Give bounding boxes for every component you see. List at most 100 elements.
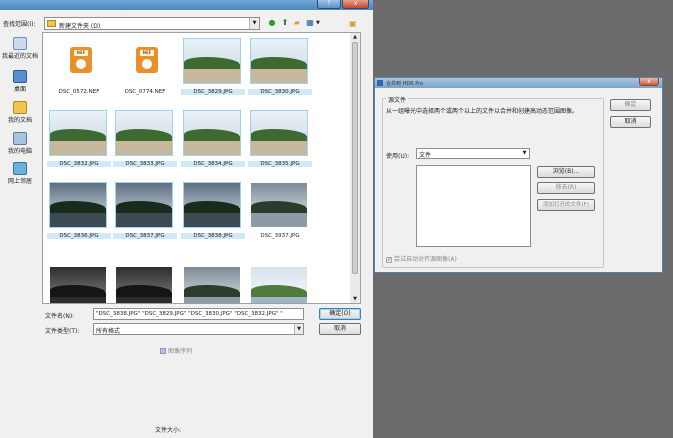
file-item[interactable]: [113, 265, 177, 303]
scrollbar-thumb[interactable]: [352, 42, 358, 274]
use-select[interactable]: 文件 ▼: [416, 148, 530, 159]
folder-icon: [47, 20, 56, 27]
file-item[interactable]: [181, 265, 245, 303]
cancel-button[interactable]: 取消: [319, 323, 361, 335]
file-name: DSC_3835.JPG: [248, 161, 312, 167]
scroll-down-icon[interactable]: ▼: [351, 295, 359, 303]
open-file-dialog: ? x 查找范围(I): 新建文件夹 (D) ▼ ● ⬆ ▰ ▦ ▼ ▣ 我最近…: [0, 0, 373, 438]
file-item[interactable]: DSC_3829.JPG: [181, 37, 245, 99]
file-item[interactable]: [47, 265, 111, 303]
app-icon: [377, 80, 383, 86]
image-thumbnail: [116, 267, 172, 303]
image-sequence-label: 图像序列: [168, 348, 193, 355]
file-name: DSC_3834.JPG: [181, 161, 245, 167]
file-type-value: 所有格式: [96, 328, 121, 335]
file-name-input[interactable]: "DSC_3838.JPG" "DSC_3829.JPG" "DSC_3830.…: [93, 308, 304, 320]
chevron-down-icon[interactable]: ▼: [294, 324, 303, 334]
nef-file-icon: NEF: [116, 39, 172, 83]
folder-icon[interactable]: ▣: [349, 19, 357, 28]
file-item[interactable]: DSC_3834.JPG: [181, 109, 245, 171]
auto-align-checkbox[interactable]: 尝试自动对齐源图像(A): [386, 254, 457, 263]
image-thumbnail: [183, 182, 241, 228]
source-files-legend: 源文件: [386, 95, 409, 104]
file-name: DSC_3838.JPG: [181, 233, 245, 239]
image-thumbnail: [50, 267, 106, 303]
file-item[interactable]: NEF DSC_0774.NEF: [113, 37, 177, 99]
image-thumbnail: [251, 183, 307, 227]
add-open-files-button[interactable]: 添加打开的文件(F): [537, 199, 595, 211]
file-name: DSC_3833.JPG: [113, 161, 177, 167]
file-item[interactable]: DSC_3830.JPG: [248, 37, 312, 99]
image-thumbnail: [115, 182, 173, 228]
checkbox-box[interactable]: [386, 256, 392, 263]
place-label: 我最近的文档: [1, 53, 38, 60]
merge-to-hdr-dialog: 合并到 HDR Pro x 源文件 从一组曝光中选择两个或两个以上的文件以合并和…: [374, 77, 663, 273]
place-network[interactable]: 网上邻居: [0, 162, 40, 185]
image-thumbnail: [183, 110, 241, 156]
scroll-up-icon[interactable]: ▲: [351, 33, 359, 41]
my-computer-icon: [13, 132, 27, 145]
merge-dialog-titlebar[interactable]: 合并到 HDR Pro: [375, 78, 662, 88]
file-item[interactable]: DSC_3937.JPG: [248, 181, 312, 243]
checkbox-box[interactable]: [160, 347, 166, 354]
file-item[interactable]: NEF DSC_0572.NEF: [47, 37, 111, 99]
auto-align-label: 尝试自动对齐源图像(A): [394, 256, 457, 263]
file-name: DSC_3837.JPG: [113, 233, 177, 239]
file-item[interactable]: DSC_3832.JPG: [47, 109, 111, 171]
nef-file-icon: NEF: [50, 39, 106, 83]
file-size-label: 文件大小:: [155, 427, 182, 434]
image-thumbnail: [250, 110, 308, 156]
file-name: DSC_3829.JPG: [181, 89, 245, 95]
close-button[interactable]: x: [639, 78, 659, 86]
file-name: DSC_0774.NEF: [124, 89, 166, 95]
close-button[interactable]: x: [342, 0, 369, 9]
image-thumbnail: [184, 267, 240, 303]
file-item[interactable]: DSC_3833.JPG: [113, 109, 177, 171]
browse-button[interactable]: 浏览(B)...: [537, 166, 595, 178]
file-item[interactable]: DSC_3836.JPG: [47, 181, 111, 243]
file-type-combo[interactable]: 所有格式 ▼: [93, 323, 304, 335]
place-label: 我的文档: [7, 117, 32, 124]
place-label: 网上邻居: [7, 178, 32, 185]
chevron-down-icon[interactable]: ▼: [249, 18, 259, 29]
place-documents[interactable]: 我的文档: [0, 101, 40, 124]
file-item[interactable]: DSC_3838.JPG: [181, 181, 245, 243]
place-desktop[interactable]: 桌面: [0, 70, 40, 93]
file-item[interactable]: [248, 265, 312, 303]
use-value: 文件: [419, 152, 432, 159]
look-in-label: 查找范围(I):: [3, 21, 36, 28]
look-in-combo[interactable]: 新建文件夹 (D) ▼: [44, 17, 260, 30]
ok-button[interactable]: 确定: [610, 99, 651, 111]
file-item[interactable]: DSC_3837.JPG: [113, 181, 177, 243]
image-sequence-checkbox[interactable]: 图像序列: [160, 346, 192, 355]
place-computer[interactable]: 我的电脑: [0, 132, 40, 155]
places-bar: 我最近的文档 桌面 我的文档 我的电脑 网上邻居: [0, 33, 40, 333]
back-icon[interactable]: ●: [268, 19, 276, 27]
up-folder-icon[interactable]: ⬆: [281, 19, 289, 27]
image-thumbnail: [250, 38, 308, 84]
chevron-down-icon[interactable]: ▼: [316, 20, 320, 26]
image-thumbnail: [183, 38, 241, 84]
file-item[interactable]: DSC_3835.JPG: [248, 109, 312, 171]
file-name: DSC_3830.JPG: [248, 89, 312, 95]
remove-button[interactable]: 移去(R): [537, 182, 595, 194]
merge-dialog-title: 合并到 HDR Pro: [386, 81, 424, 87]
source-file-listbox[interactable]: [416, 165, 531, 247]
open-button[interactable]: 确定(O): [319, 308, 361, 320]
views-menu-icon[interactable]: ▦: [304, 19, 316, 27]
desktop-icon: [13, 70, 27, 83]
chevron-down-icon[interactable]: ▼: [520, 149, 529, 158]
image-thumbnail: [49, 110, 107, 156]
place-recent[interactable]: 我最近的文档: [0, 37, 40, 60]
place-label: 我的电脑: [7, 148, 32, 155]
new-folder-icon[interactable]: ▰: [293, 19, 301, 27]
place-label: 桌面: [13, 86, 26, 93]
file-list[interactable]: NEF DSC_0572.NEF NEF DSC_0774.NEF DSC_3829.J…: [42, 32, 361, 304]
cancel-button[interactable]: 取消: [610, 116, 651, 128]
image-thumbnail: [251, 267, 307, 303]
file-name-label: 文件名(N):: [45, 313, 75, 320]
source-description: 从一组曝光中选择两个或两个以上的文件以合并和创建高动态范围图像。: [386, 108, 579, 115]
help-button[interactable]: ?: [317, 0, 341, 9]
image-thumbnail: [115, 110, 173, 156]
recent-documents-icon: [13, 37, 27, 50]
